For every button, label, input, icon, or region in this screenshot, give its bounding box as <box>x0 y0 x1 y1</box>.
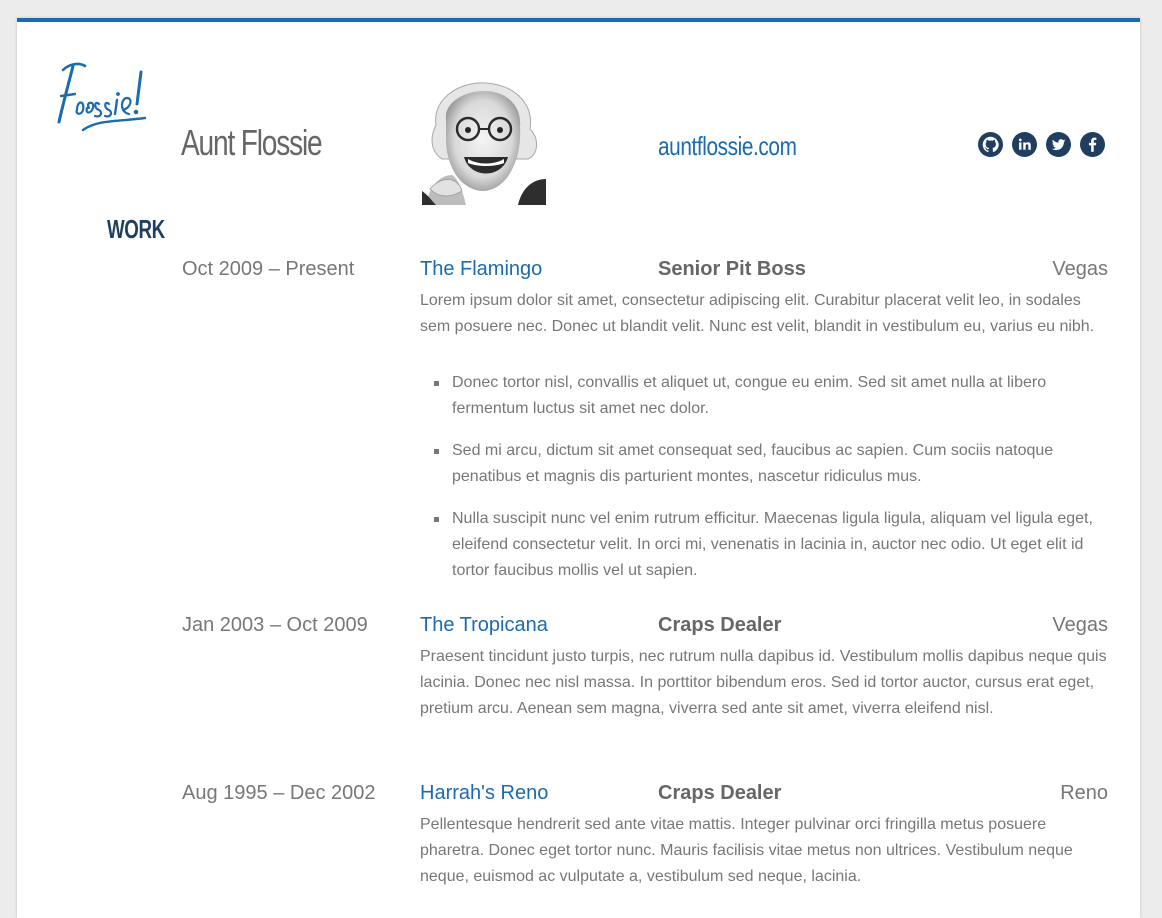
job-summary: Pellentesque hendrerit sed ante vitae ma… <box>420 816 1073 885</box>
facebook-icon[interactable] <box>1080 132 1105 157</box>
bullet-icon <box>434 517 439 522</box>
flossie-logo-icon <box>57 62 147 132</box>
job-dates: Aug 1995 – Dec 2002 <box>182 782 376 804</box>
linkedin-icon[interactable] <box>1012 132 1037 157</box>
profile-photo <box>422 79 546 205</box>
job-dates: Jan 2003 – Oct 2009 <box>182 614 368 636</box>
job-summary: Praesent tincidunt justo turpis, nec rut… <box>420 648 1107 717</box>
job-location: Reno <box>1060 782 1108 804</box>
bullet-icon <box>434 449 439 454</box>
job-position: Craps Dealer <box>658 614 782 636</box>
job-highlights: Donec tortor nisl, convallis et aliquet … <box>420 370 1110 600</box>
highlight-item: Sed mi arcu, dictum sit amet consequat s… <box>420 438 1110 490</box>
job-company-link[interactable]: Harrah's Reno <box>420 782 548 805</box>
highlight-item: Donec tortor nisl, convallis et aliquet … <box>420 370 1110 422</box>
job-position: Senior Pit Boss <box>658 258 806 280</box>
job-position: Craps Dealer <box>658 782 782 804</box>
highlight-text: Donec tortor nisl, convallis et aliquet … <box>452 374 1047 417</box>
highlight-text: Sed mi arcu, dictum sit amet consequat s… <box>452 442 1054 485</box>
bullet-icon <box>434 381 439 386</box>
highlight-text: Nulla suscipit nunc vel enim rutrum effi… <box>452 510 1093 579</box>
job-location: Vegas <box>1052 258 1108 280</box>
resume-name: Aunt Flossie <box>181 122 323 163</box>
job-company-link[interactable]: The Tropicana <box>420 614 548 637</box>
section-title-work: WORK <box>107 214 165 244</box>
website-link[interactable]: auntflossie.com <box>658 131 797 162</box>
resume-page: Aunt Flossie auntflossie.com WORK Oct 20… <box>17 18 1140 918</box>
job-location: Vegas <box>1052 614 1108 636</box>
highlight-item: Nulla suscipit nunc vel enim rutrum effi… <box>420 506 1110 584</box>
twitter-icon[interactable] <box>1046 132 1071 157</box>
job-company-link[interactable]: The Flamingo <box>420 258 542 281</box>
github-icon[interactable] <box>978 132 1003 157</box>
job-dates: Oct 2009 – Present <box>182 258 355 280</box>
job-summary: Lorem ipsum dolor sit amet, consectetur … <box>420 292 1095 335</box>
